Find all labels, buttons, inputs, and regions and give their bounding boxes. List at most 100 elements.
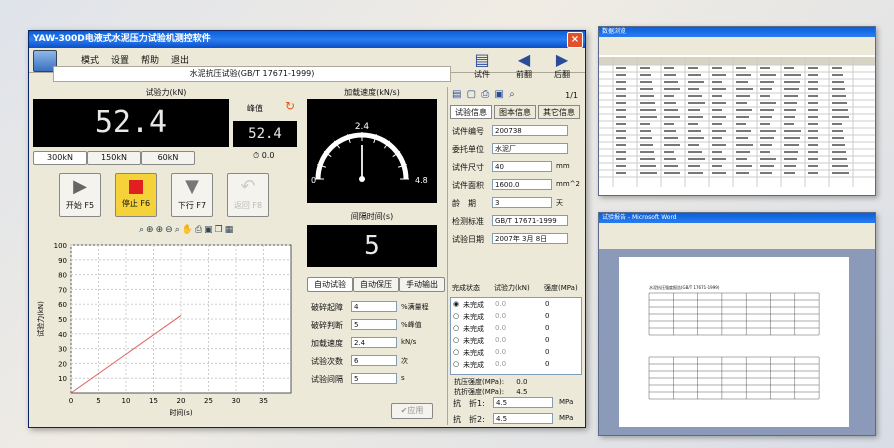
db-cell-text — [736, 67, 746, 69]
radio-icon[interactable]: ○ — [453, 360, 459, 368]
menu-mode[interactable]: 模式 — [81, 53, 99, 66]
zoom-icon[interactable]: ⌕ — [139, 225, 146, 235]
db-cell-text — [664, 151, 674, 153]
y-axis-label: 试验力(kN) — [36, 301, 45, 337]
zoom-reset-icon[interactable]: ⌕ — [175, 225, 182, 235]
new-icon[interactable]: ▢ — [467, 89, 477, 100]
flex-input[interactable]: 4.5 — [493, 397, 553, 408]
radio-icon[interactable]: ○ — [453, 336, 459, 344]
title-bar: YAW-300D电液式水泥压力试验机测控软件 × — [29, 31, 585, 48]
db-cell-text — [616, 165, 626, 167]
timer-display: ⏱ 0.0 — [253, 151, 275, 161]
param-input[interactable]: 5 — [351, 373, 397, 384]
search-icon[interactable]: ⌕ — [509, 89, 516, 100]
y-tick-label: 50 — [58, 316, 67, 324]
menu-settings[interactable]: 设置 — [111, 53, 129, 66]
db-cell-text — [640, 151, 654, 153]
stop-icon — [129, 180, 143, 194]
range-60[interactable]: 60kN — [141, 151, 195, 165]
stop-button[interactable]: 停止 F6 — [115, 173, 157, 217]
param-input[interactable]: 5 — [351, 319, 397, 330]
radio-icon[interactable]: ○ — [453, 312, 459, 320]
info-unit: mm^2 — [556, 180, 580, 188]
x-axis-label: 时间(s) — [169, 408, 192, 417]
grid-icon[interactable]: ▦ — [225, 225, 236, 235]
info-field[interactable]: 水泥厂 — [492, 143, 568, 154]
compressive-row: 抗压强度(MPa): 0.0 — [454, 377, 527, 387]
db-cell-text — [616, 109, 626, 111]
radio-icon[interactable]: ○ — [453, 324, 459, 332]
info-field[interactable]: GB/T 17671-1999 — [492, 215, 568, 226]
save-icon[interactable]: ▣ — [494, 89, 504, 100]
db-cell-text — [832, 151, 846, 153]
print-icon[interactable]: ⎙ — [195, 225, 204, 235]
row-status: 未完成 — [463, 313, 484, 321]
mode-auto-hold[interactable]: 自动保压 — [353, 277, 399, 292]
row-status: 未完成 — [463, 301, 484, 309]
db-cell-text — [640, 81, 652, 83]
zoom-out-icon[interactable]: ⊖ — [165, 225, 175, 235]
db-cell-text — [616, 123, 626, 125]
next-button[interactable]: ▶ 后翻 — [545, 51, 579, 83]
refresh-icon[interactable]: ↻ — [285, 99, 295, 113]
print-icon[interactable]: ⎙ — [481, 89, 490, 100]
row-force: 0.0 — [495, 312, 507, 320]
db-cell-text — [688, 102, 705, 104]
db-cell-text — [688, 109, 700, 111]
y-tick-label: 40 — [58, 331, 67, 339]
db-cell-text — [616, 151, 626, 153]
row-strength: 0 — [545, 300, 550, 308]
mode-auto-test[interactable]: 自动试验 — [307, 277, 353, 292]
hand-icon[interactable]: ✋ — [182, 225, 195, 235]
test-piece-button[interactable]: ▤ 试件 — [465, 51, 499, 83]
db-cell-text — [640, 88, 653, 90]
param-input[interactable]: 6 — [351, 355, 397, 366]
x-tick-label: 15 — [149, 397, 158, 405]
close-button[interactable]: × — [567, 32, 583, 48]
db-cell-text — [688, 116, 703, 118]
mode-manual[interactable]: 手动输出 — [399, 277, 445, 292]
radio-icon[interactable]: ◉ — [453, 300, 459, 308]
down-button[interactable]: ▼ 下行 F7 — [171, 173, 213, 217]
radio-icon[interactable]: ○ — [453, 348, 459, 356]
param-input[interactable]: 2.4 — [351, 337, 397, 348]
tab-other-info[interactable]: 其它信息 — [538, 105, 580, 119]
prev-button[interactable]: ◀ 前翻 — [507, 51, 541, 83]
row-strength: 0 — [545, 312, 550, 320]
db-toolbar — [599, 37, 875, 55]
copy-icon[interactable]: ❐ — [215, 225, 225, 235]
tab-test-info[interactable]: 试验信息 — [450, 105, 492, 119]
db-cell-text — [808, 109, 818, 111]
zoom-in-icon[interactable]: ⊕ — [156, 225, 166, 235]
db-cell-text — [616, 158, 626, 160]
gauge-mid-label: 2.4 — [355, 122, 370, 132]
db-cell-text — [784, 172, 795, 174]
db-cell-text — [616, 116, 626, 118]
list-icon[interactable]: ▤ — [452, 89, 462, 100]
zoom-in-icon[interactable]: ⊕ — [146, 225, 156, 235]
start-button[interactable]: ▶ 开始 F5 — [59, 173, 101, 217]
info-field[interactable]: 40 — [492, 161, 552, 172]
save-icon[interactable]: ▣ — [204, 225, 215, 235]
param-input[interactable]: 4 — [351, 301, 397, 312]
flex-input[interactable]: 4.5 — [493, 413, 553, 424]
menu-exit[interactable]: 退出 — [171, 53, 189, 66]
arrow-down-icon: ▼ — [185, 176, 199, 197]
db-cell-text — [736, 123, 746, 125]
return-button[interactable]: ↶ 返回 F8 — [227, 173, 269, 217]
range-300[interactable]: 300kN — [33, 151, 87, 165]
row-force: 0.0 — [495, 336, 507, 344]
info-field[interactable]: 3 — [492, 197, 552, 208]
info-field[interactable]: 200738 — [492, 125, 568, 136]
menu-help[interactable]: 帮助 — [141, 53, 159, 66]
info-field[interactable]: 2007年 3月 8日 — [492, 233, 568, 244]
db-cell-text — [688, 130, 701, 132]
db-cell-text — [760, 74, 776, 76]
tab-chart-info[interactable]: 图本信息 — [494, 105, 536, 119]
range-150[interactable]: 150kN — [87, 151, 141, 165]
db-cell-text — [736, 130, 751, 132]
db-cell-text — [664, 88, 680, 90]
info-field[interactable]: 1600.0 — [492, 179, 552, 190]
apply-button[interactable]: ✔应用 — [391, 403, 433, 419]
db-cell-text — [640, 172, 657, 174]
